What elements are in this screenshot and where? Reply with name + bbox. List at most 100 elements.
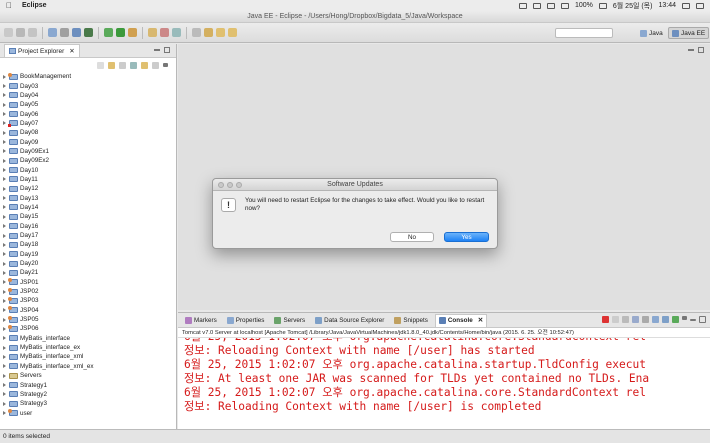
tree-item[interactable]: JSP04 [0,306,176,315]
yes-button[interactable]: Yes [444,232,489,242]
wifi-icon[interactable] [547,2,555,9]
expand-arrow-icon[interactable] [3,326,6,331]
tab-snippets[interactable]: Snippets [391,314,431,327]
scroll-lock-icon[interactable] [642,316,649,323]
tree-item[interactable]: Day15 [0,212,176,221]
expand-arrow-icon[interactable] [3,373,6,378]
new-class-icon[interactable] [160,28,169,37]
expand-arrow-icon[interactable] [3,261,6,266]
minimize-icon[interactable] [690,319,696,321]
tree-item[interactable]: Day14 [0,203,176,212]
zoom-window-icon[interactable] [236,182,242,188]
tree-item[interactable]: Strategy2 [0,390,176,399]
expand-arrow-icon[interactable] [3,233,6,238]
tree-item[interactable]: MyBatis_interface [0,334,176,343]
expand-arrow-icon[interactable] [3,392,6,397]
back-icon[interactable] [97,61,104,69]
new-icon[interactable] [4,28,13,37]
debug-icon[interactable] [84,28,93,37]
spotlight-icon[interactable] [682,2,690,9]
tree-item[interactable]: user [0,408,176,417]
tree-item[interactable]: Day10 [0,165,176,174]
close-icon[interactable]: ✕ [478,317,483,324]
expand-arrow-icon[interactable] [3,140,6,145]
expand-arrow-icon[interactable] [3,383,6,388]
perspective-javaee[interactable]: Java EE [668,27,710,39]
tree-item[interactable]: Day13 [0,193,176,202]
menubar-time[interactable]: 13:44 [658,2,676,9]
close-icon[interactable]: ✕ [69,47,74,55]
expand-arrow-icon[interactable] [3,224,6,229]
notification-center-icon[interactable] [696,2,704,9]
tab-markers[interactable]: Markers [182,314,220,327]
expand-arrow-icon[interactable] [3,336,6,341]
up-icon[interactable] [119,61,126,69]
forward-icon[interactable] [228,28,237,37]
expand-arrow-icon[interactable] [3,252,6,257]
tree-item[interactable]: Day06 [0,109,176,118]
minimize-icon[interactable] [688,49,694,51]
tab-console[interactable]: Console ✕ [434,313,487,327]
tree-item[interactable]: Day09 [0,137,176,146]
quick-access-input[interactable] [555,28,613,38]
expand-arrow-icon[interactable] [3,242,6,247]
expand-arrow-icon[interactable] [3,112,6,117]
expand-arrow-icon[interactable] [3,102,6,107]
expand-arrow-icon[interactable] [3,280,6,285]
expand-arrow-icon[interactable] [3,354,6,359]
expand-arrow-icon[interactable] [3,317,6,322]
link-editor-icon[interactable] [141,61,148,69]
tab-servers[interactable]: Servers [271,314,308,327]
tree-item[interactable]: Day09Ex1 [0,147,176,156]
display-console-icon[interactable] [662,316,669,323]
console-output[interactable]: 6월 25, 2015 1:02:07 오후 org.apache.catali… [178,338,710,429]
expand-arrow-icon[interactable] [3,298,6,303]
run-dropdown-icon[interactable] [116,28,125,37]
tree-item[interactable]: Day20 [0,259,176,268]
tree-item[interactable]: JSP01 [0,278,176,287]
expand-arrow-icon[interactable] [3,214,6,219]
tree-item[interactable]: Day19 [0,250,176,259]
remove-all-icon[interactable] [622,316,629,323]
expand-arrow-icon[interactable] [3,149,6,154]
expand-arrow-icon[interactable] [3,411,6,416]
maximize-icon[interactable] [699,316,706,323]
external-tools-icon[interactable] [128,28,137,37]
bluetooth-icon[interactable] [533,2,541,9]
settings-icon[interactable] [60,28,69,37]
volume-icon[interactable] [561,2,569,9]
save-all-icon[interactable] [28,28,37,37]
tree-item[interactable]: Day12 [0,184,176,193]
apple-menu-icon[interactable]:  [6,1,12,10]
remove-launch-icon[interactable] [612,316,619,323]
terminate-icon[interactable] [602,316,609,323]
expand-arrow-icon[interactable] [3,205,6,210]
expand-arrow-icon[interactable] [3,196,6,201]
collapse-all-icon[interactable] [130,61,137,69]
expand-arrow-icon[interactable] [3,130,6,135]
expand-arrow-icon[interactable] [3,158,6,163]
close-window-icon[interactable] [218,182,224,188]
tree-item[interactable]: Day08 [0,128,176,137]
expand-arrow-icon[interactable] [3,289,6,294]
view-menu-icon[interactable] [163,63,168,67]
run-icon[interactable] [104,28,113,37]
perspective-java[interactable]: Java [637,27,666,39]
battery-percent[interactable]: 100% [575,2,593,9]
dropbox-icon[interactable] [519,2,527,9]
minimize-window-icon[interactable] [227,182,233,188]
tree-item[interactable]: Day09Ex2 [0,156,176,165]
filter-icon[interactable] [152,61,159,69]
tree-item[interactable]: Day21 [0,268,176,277]
battery-icon[interactable] [598,2,607,9]
tree-item[interactable]: JSP05 [0,315,176,324]
app-menu[interactable]: Eclipse [22,2,47,9]
expand-arrow-icon[interactable] [3,177,6,182]
tree-item[interactable]: Servers [0,371,176,380]
search-icon[interactable] [192,28,201,37]
tree-item[interactable]: Day05 [0,100,176,109]
expand-arrow-icon[interactable] [3,74,6,79]
expand-arrow-icon[interactable] [3,401,6,406]
menubar-date[interactable]: 6월 25일 (목) [613,1,653,11]
expand-arrow-icon[interactable] [3,168,6,173]
